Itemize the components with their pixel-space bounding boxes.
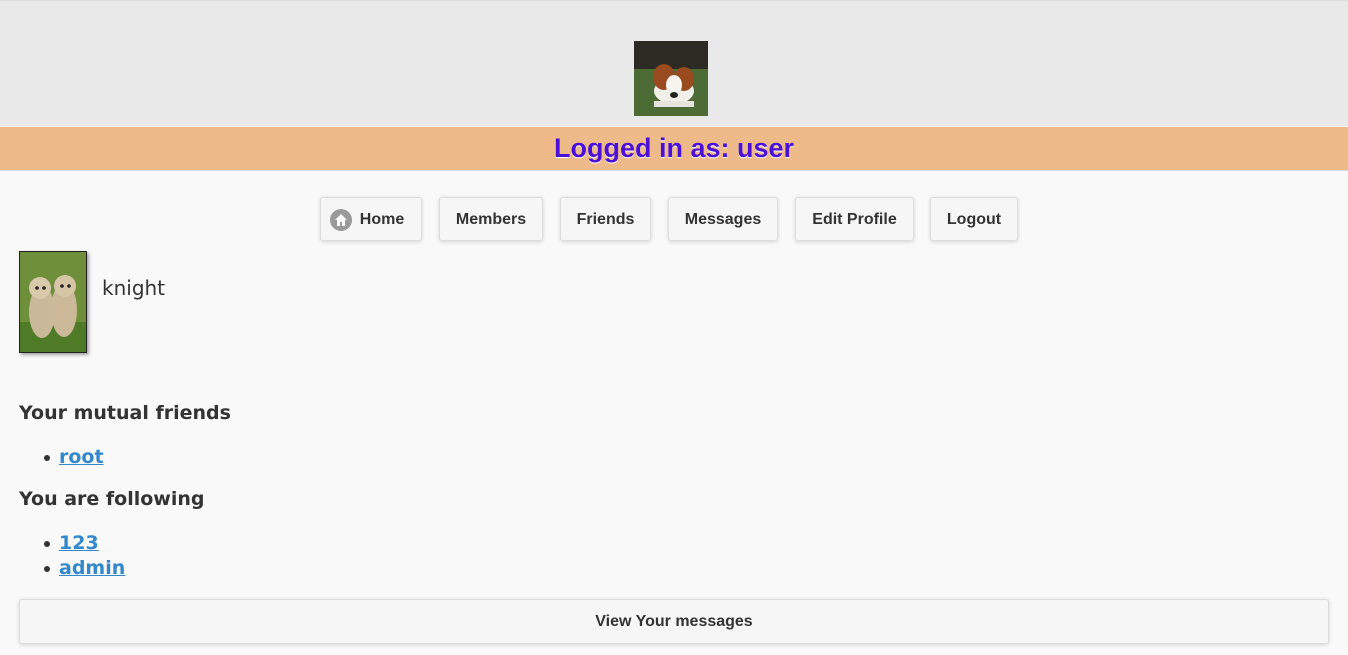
home-icon <box>330 209 352 231</box>
nav-messages-button[interactable]: Messages <box>668 197 778 241</box>
nav-logout-button[interactable]: Logout <box>930 197 1018 241</box>
nav-messages-label: Messages <box>684 211 762 228</box>
bullet-icon <box>44 566 50 572</box>
puppy-logo-image <box>634 41 708 116</box>
cheetah-cubs-avatar <box>19 251 87 353</box>
nav-members-label: Members <box>455 211 527 228</box>
following-link-123[interactable]: 123 <box>59 532 99 554</box>
nav-edit-profile-button[interactable]: Edit Profile <box>795 197 914 241</box>
nav-friends-button[interactable]: Friends <box>560 197 651 241</box>
mutual-friends-heading: Your mutual friends <box>19 402 231 424</box>
view-messages-label: View Your messages <box>595 613 753 630</box>
nav-members-button[interactable]: Members <box>439 197 543 241</box>
view-messages-button[interactable]: View Your messages <box>19 599 1329 644</box>
following-link-admin[interactable]: admin <box>59 557 125 579</box>
mutual-friend-link-root[interactable]: root <box>59 446 104 468</box>
bullet-icon <box>44 455 50 461</box>
bullet-icon <box>44 541 50 547</box>
page-header <box>0 0 1348 126</box>
nav-home-button[interactable]: Home <box>320 197 422 241</box>
nav-friends-label: Friends <box>576 211 635 228</box>
nav-logout-label: Logout <box>946 211 1002 228</box>
logged-in-text: Logged in as: user <box>553 133 795 163</box>
logged-in-banner: Logged in as: user <box>0 127 1348 171</box>
following-heading: You are following <box>19 488 205 510</box>
profile-username: knight <box>102 276 166 300</box>
nav-home-label: Home <box>359 211 405 228</box>
nav-edit-profile-label: Edit Profile <box>812 211 897 228</box>
